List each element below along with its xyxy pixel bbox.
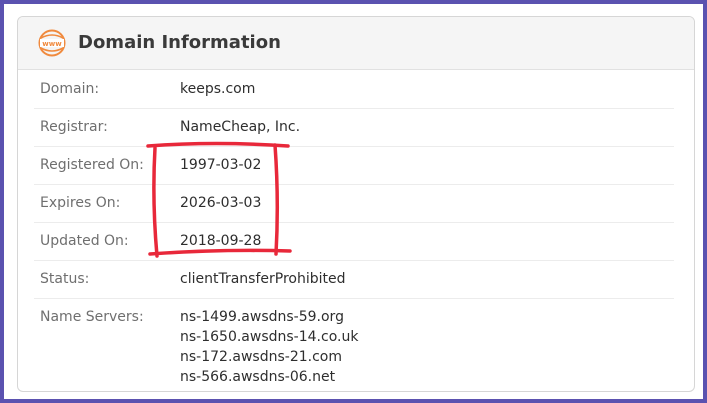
row-value: 1997-03-02 bbox=[180, 157, 262, 173]
screenshot-frame: www Domain Information Domain: keeps.com… bbox=[4, 4, 703, 399]
row-updated-on: Updated On: 2018-09-28 bbox=[34, 223, 674, 261]
card-header: www Domain Information bbox=[18, 17, 694, 70]
row-value: keeps.com bbox=[180, 81, 256, 97]
name-server-item: ns-1499.awsdns-59.org bbox=[180, 309, 344, 325]
row-value: 2018-09-28 bbox=[180, 233, 262, 249]
row-registered-on: Registered On: 1997-03-02 bbox=[34, 147, 674, 185]
row-status: Status: clientTransferProhibited bbox=[34, 261, 674, 299]
row-label: Expires On: bbox=[40, 195, 121, 211]
name-server-item: ns-566.awsdns-06.net bbox=[180, 369, 336, 385]
row-label: Domain: bbox=[40, 81, 100, 97]
name-server-list: ns-1499.awsdns-59.org ns-1650.awsdns-14.… bbox=[180, 307, 358, 387]
www-icon-text: www bbox=[42, 40, 62, 48]
row-registrar: Registrar: NameCheap, Inc. bbox=[34, 109, 674, 147]
row-label: Updated On: bbox=[40, 233, 129, 249]
info-rows: Domain: keeps.com Registrar: NameCheap, … bbox=[34, 71, 674, 389]
www-globe-icon: www bbox=[38, 29, 66, 57]
row-label: Status: bbox=[40, 271, 90, 287]
card-title: Domain Information bbox=[78, 32, 281, 53]
row-expires-on: Expires On: 2026-03-03 bbox=[34, 185, 674, 223]
row-name-servers: Name Servers: ns-1499.awsdns-59.org ns-1… bbox=[34, 299, 674, 389]
domain-info-card: www Domain Information Domain: keeps.com… bbox=[17, 16, 695, 392]
row-label: Registered On: bbox=[40, 157, 144, 173]
row-value: 2026-03-03 bbox=[180, 195, 262, 211]
name-server-item: ns-172.awsdns-21.com bbox=[180, 349, 342, 365]
row-label: Registrar: bbox=[40, 119, 108, 135]
row-domain: Domain: keeps.com bbox=[34, 71, 674, 109]
row-label: Name Servers: bbox=[40, 309, 144, 325]
row-value: NameCheap, Inc. bbox=[180, 119, 301, 135]
row-value: clientTransferProhibited bbox=[180, 271, 346, 287]
name-server-item: ns-1650.awsdns-14.co.uk bbox=[180, 329, 359, 345]
